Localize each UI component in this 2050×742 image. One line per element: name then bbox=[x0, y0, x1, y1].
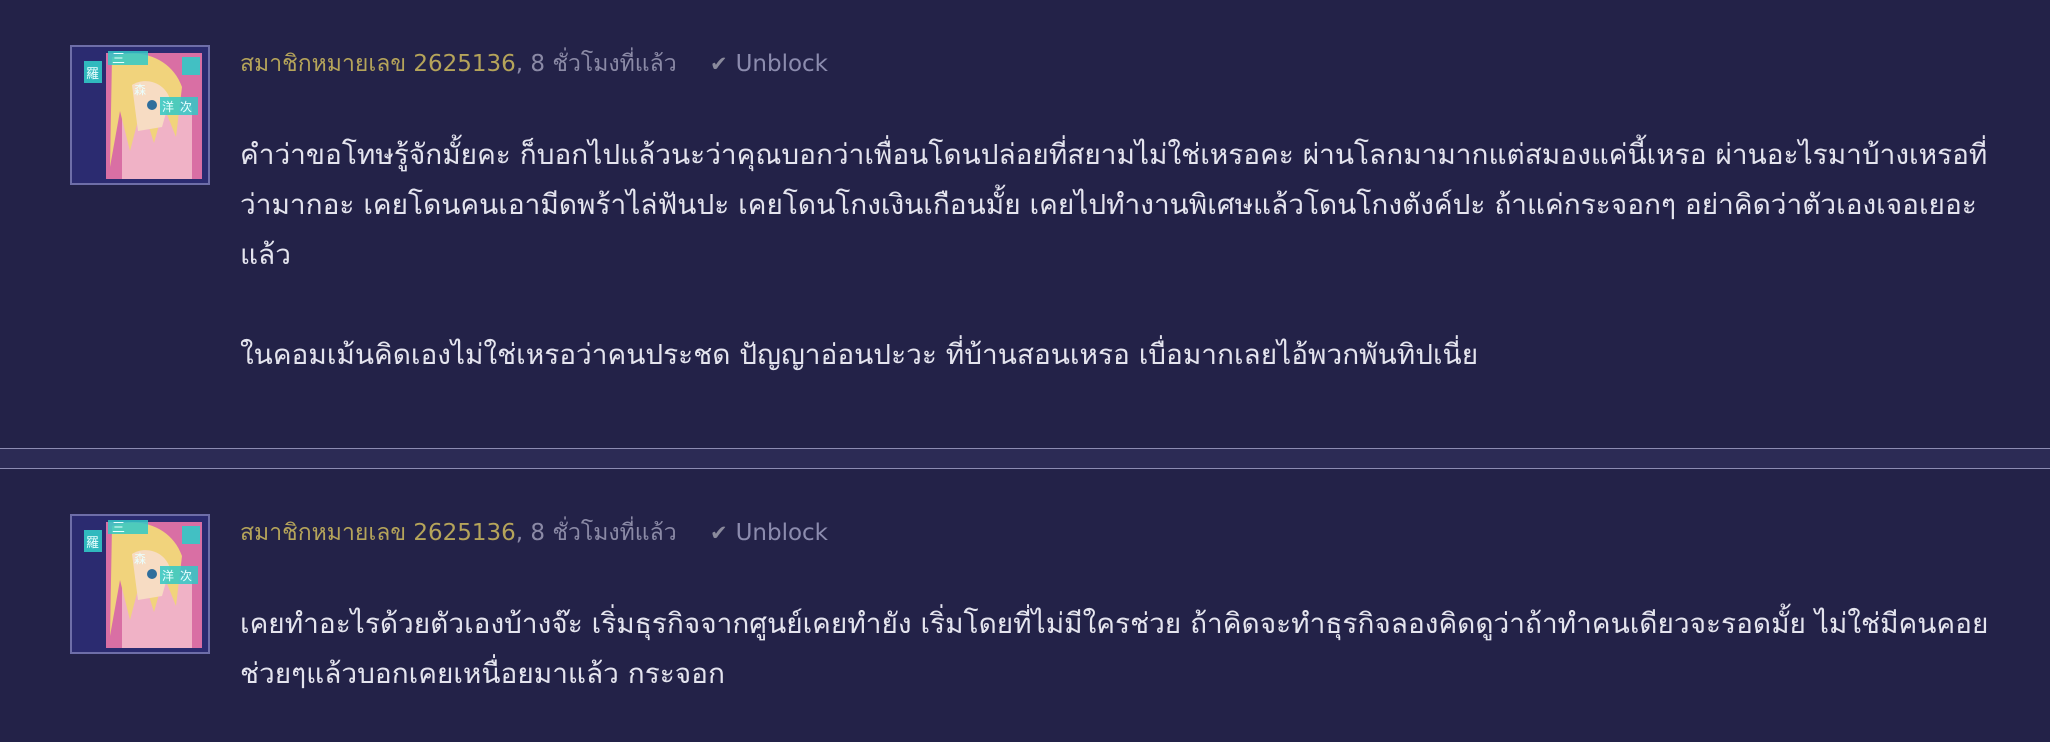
avatar-image: 三 羅 森 洋 次 bbox=[72, 47, 208, 183]
unblock-label: Unblock bbox=[735, 520, 829, 546]
comment: 三 羅 森 洋 次 สมาชิกหมายเลข 2625136, 8 ชั่วโ… bbox=[0, 469, 2050, 742]
avatar-kanji: 次 bbox=[180, 569, 192, 583]
comment-paragraph: เคยทำอะไรด้วยตัวเองบ้างจ๊ะ เริ่มธุรกิจจา… bbox=[240, 607, 1989, 690]
comment-meta: สมาชิกหมายเลข 2625136, 8 ชั่วโมงที่แล้ว … bbox=[240, 48, 828, 80]
comment-time: , 8 ชั่วโมงที่แล้ว bbox=[515, 520, 677, 546]
comment-meta: สมาชิกหมายเลข 2625136, 8 ชั่วโมงที่แล้ว … bbox=[240, 517, 828, 549]
author-name[interactable]: สมาชิกหมายเลข 2625136 bbox=[240, 51, 516, 77]
check-icon: ✔ bbox=[709, 52, 728, 76]
avatar-kanji: 三 bbox=[112, 521, 125, 536]
avatar[interactable]: 三 羅 森 洋 次 bbox=[70, 45, 210, 185]
check-icon: ✔ bbox=[709, 521, 728, 545]
avatar-kanji: 洋 bbox=[162, 99, 174, 114]
comment-paragraph: ในคอมเม้นคิดเองไม่ใช่เหรอว่าคนประชด ปัญญ… bbox=[240, 338, 1479, 371]
comment-divider bbox=[0, 448, 2050, 469]
comment-paragraph: คำว่าขอโทษรู้จักมั้ยคะ ก็บอกไปแล้วนะว่าค… bbox=[240, 138, 1988, 271]
avatar-kanji: 次 bbox=[180, 100, 192, 114]
author-name[interactable]: สมาชิกหมายเลข 2625136 bbox=[240, 520, 516, 546]
comment-thread: 三 羅 森 洋 次 สมาชิกหมายเลข 2625136, 8 ชั่วโ… bbox=[0, 0, 2050, 742]
avatar-kanji: 森 bbox=[134, 82, 146, 97]
comment-time: , 8 ชั่วโมงที่แล้ว bbox=[515, 51, 677, 77]
unblock-label: Unblock bbox=[735, 51, 829, 77]
avatar-kanji: 羅 bbox=[86, 536, 99, 551]
avatar-image: 三 羅 森 洋 次 bbox=[72, 516, 208, 652]
avatar-kanji: 洋 bbox=[162, 568, 174, 583]
avatar-kanji: 森 bbox=[134, 551, 146, 566]
comment-body: เคยทำอะไรด้วยตัวเองบ้างจ๊ะ เริ่มธุรกิจจา… bbox=[240, 599, 2000, 699]
avatar[interactable]: 三 羅 森 洋 次 bbox=[70, 514, 210, 654]
avatar-kanji: 羅 bbox=[86, 67, 99, 82]
unblock-button[interactable]: ✔ Unblock bbox=[710, 48, 828, 80]
comment: 三 羅 森 洋 次 สมาชิกหมายเลข 2625136, 8 ชั่วโ… bbox=[0, 0, 2050, 448]
avatar-kanji: 三 bbox=[112, 52, 125, 67]
comment-body: คำว่าขอโทษรู้จักมั้ยคะ ก็บอกไปแล้วนะว่าค… bbox=[240, 130, 2000, 380]
unblock-button[interactable]: ✔ Unblock bbox=[710, 517, 828, 549]
